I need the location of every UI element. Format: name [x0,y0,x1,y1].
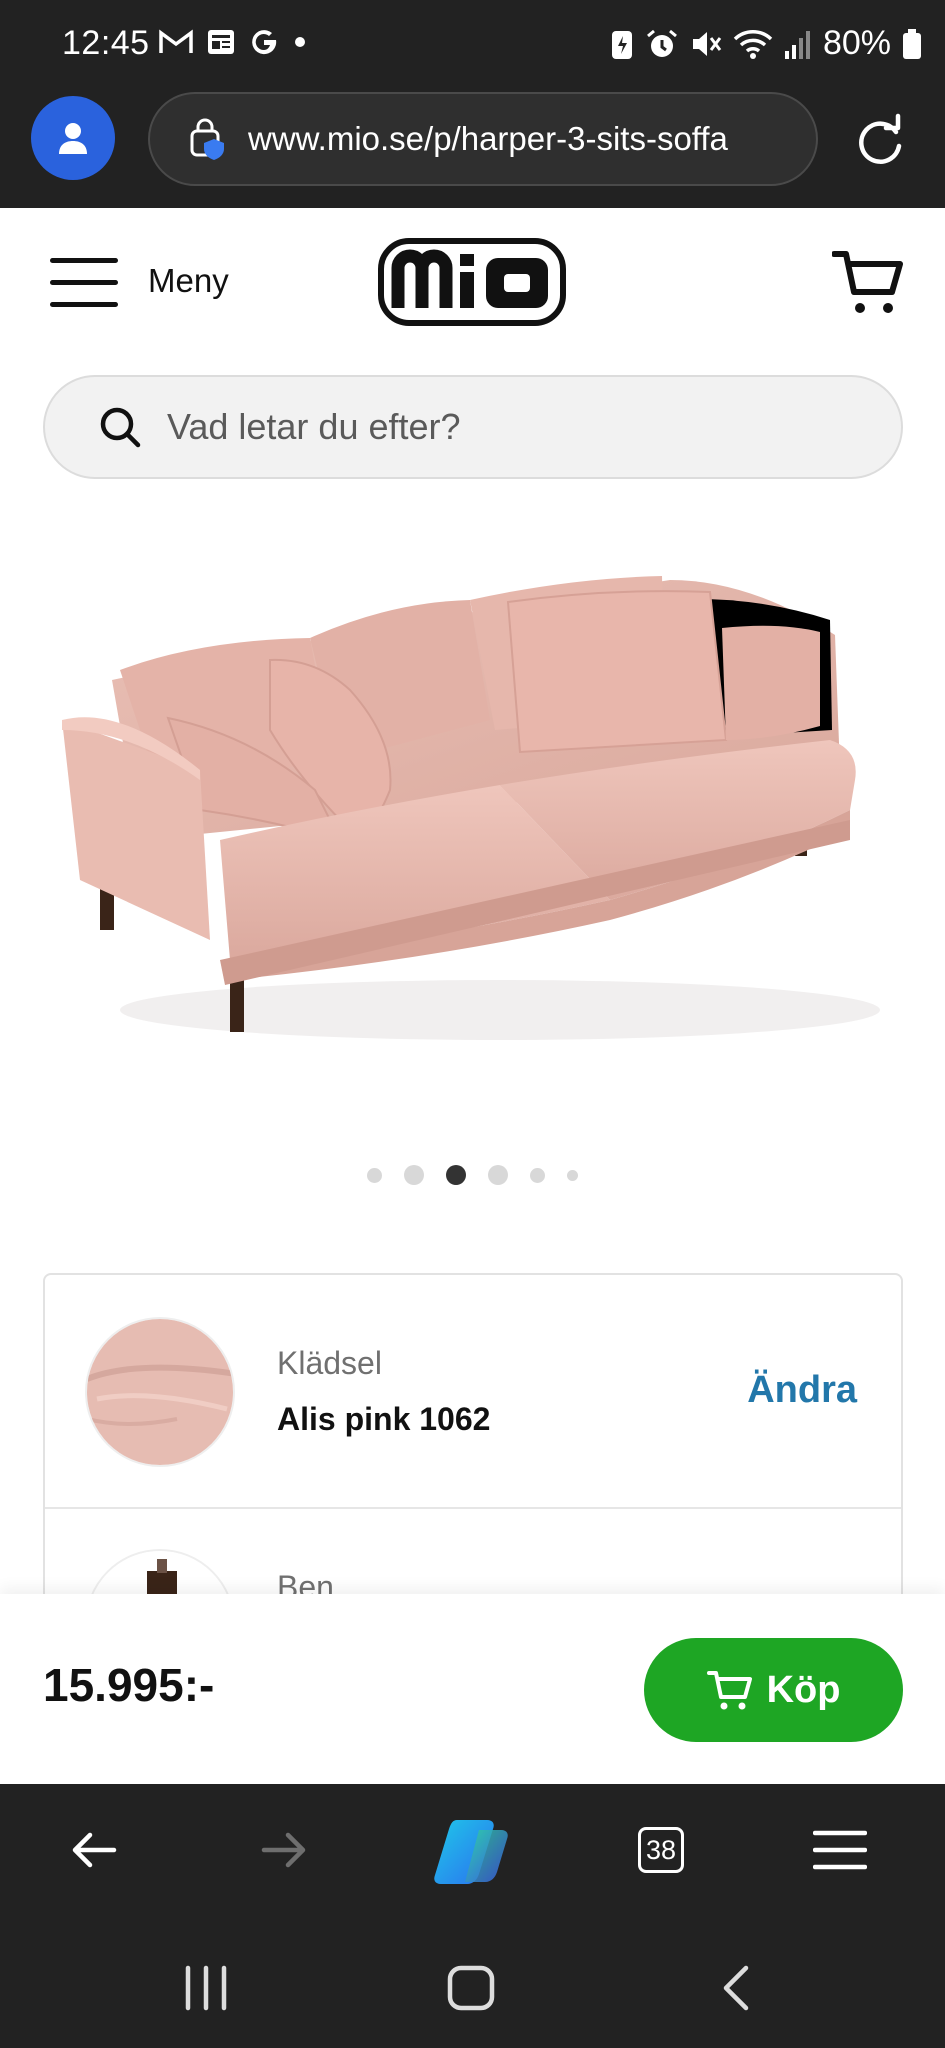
arrow-right-icon [261,1832,306,1868]
buy-button-label: Köp [766,1668,841,1711]
cart-icon[interactable] [832,248,904,316]
back-button[interactable] [62,1818,126,1882]
mio-logo[interactable] [378,238,566,326]
alarm-icon [646,29,677,57]
pagination-dot[interactable] [530,1167,545,1183]
wifi-icon [733,29,773,59]
option-value: Alis pink 1062 [277,1401,491,1437]
google-icon [252,30,277,55]
arrow-left-icon [72,1832,117,1868]
news-icon [208,30,234,54]
dot-icon [295,37,305,47]
product-options: Klädsel Alis pink 1062 Ändra Ben [43,1273,903,1603]
pagination-dot[interactable] [567,1169,578,1181]
recent-apps-icon[interactable] [176,1958,236,2018]
menu-icon [813,1830,867,1870]
pagination-dot[interactable] [367,1167,382,1183]
cart-icon [706,1671,752,1710]
tabs-button[interactable]: 38 [629,1818,693,1882]
forward-button[interactable] [252,1818,316,1882]
tab-count: 38 [638,1827,684,1873]
back-icon[interactable] [708,1958,768,2018]
search-icon[interactable] [97,404,143,450]
address-bar[interactable]: www.mio.se/p/harper-3-sits-soffa [148,92,818,186]
pagination-dot[interactable] [488,1165,508,1185]
reload-icon[interactable] [852,112,908,168]
url-text[interactable]: www.mio.se/p/harper-3-sits-soffa [248,120,728,158]
browser-menu-button[interactable] [808,1818,872,1882]
pagination-dot[interactable] [446,1165,466,1185]
fabric-swatch [85,1317,235,1467]
browser-bottom-bar: 38 [0,1784,945,1922]
system-status-icons: 80% [609,24,923,63]
fabric-swatch-image [87,1319,233,1465]
gallery-pagination [0,1160,945,1190]
profile-avatar-button[interactable] [31,96,115,180]
pagination-dot[interactable] [404,1165,424,1185]
battery-percentage: 80% [822,24,891,62]
system-navigation-bar [0,1922,945,2048]
product-image[interactable] [50,540,895,1060]
copilot-button[interactable] [428,1812,518,1892]
gmail-icon [159,29,193,53]
buy-button[interactable]: Köp [644,1638,903,1742]
option-row-legs[interactable]: Ben [45,1509,901,1601]
search-input[interactable] [167,406,847,448]
site-security-icon[interactable] [186,117,230,161]
battery-icon [903,28,921,59]
search-bar[interactable] [43,375,903,479]
copilot-icon [434,1820,508,1884]
mute-icon [692,31,722,56]
signal-icon [784,30,810,59]
product-price: 15.995:- [43,1659,215,1711]
purchase-bar: 15.995:- Köp [0,1594,945,1784]
battery-saver-icon [611,30,632,59]
browser-toolbar: www.mio.se/p/harper-3-sits-soffa [0,90,945,208]
option-label: Klädsel [277,1345,382,1381]
status-bar: 12:45 80% [0,0,945,90]
site-header: Meny [0,208,945,356]
menu-label[interactable]: Meny [148,262,229,300]
menu-icon[interactable] [50,258,118,308]
option-row-upholstery[interactable]: Klädsel Alis pink 1062 Ändra [45,1275,901,1509]
product-gallery[interactable] [0,540,945,1080]
home-icon[interactable] [441,1958,501,2018]
status-time: 12:45 [62,24,150,62]
person-icon [59,123,87,154]
notification-icons [158,26,308,58]
change-upholstery-link[interactable]: Ändra [747,1369,857,1412]
